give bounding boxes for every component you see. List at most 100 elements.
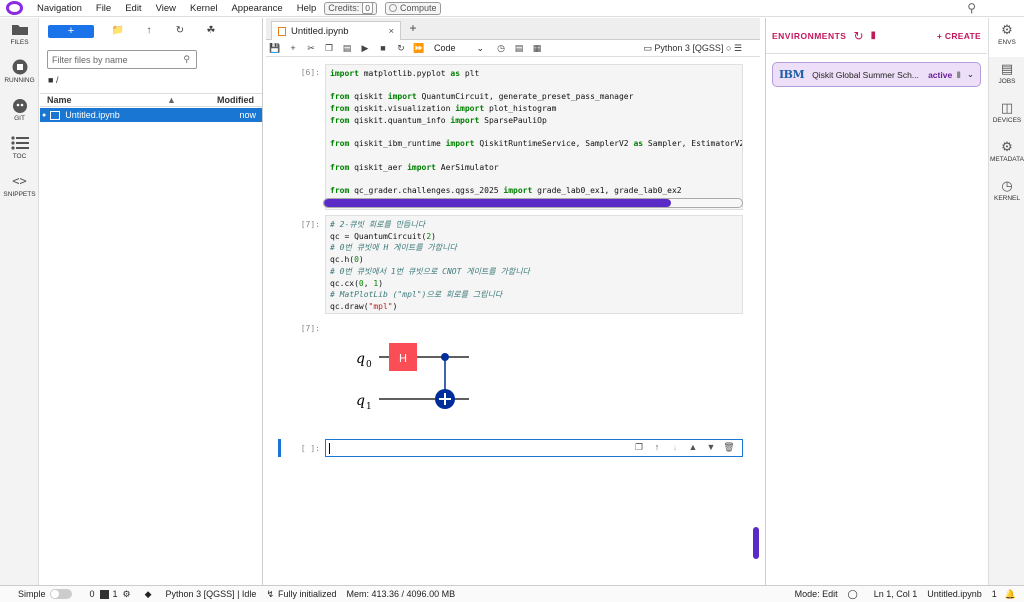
refresh-icon[interactable]: ↻: [853, 29, 863, 43]
new-launcher-button[interactable]: +: [48, 24, 94, 38]
rightbar-devices[interactable]: ◫ DEVICES: [989, 96, 1024, 135]
save-icon[interactable]: 💾: [266, 43, 284, 54]
gear-icon: ⚙: [1001, 22, 1013, 37]
compute-pill[interactable]: Compute: [385, 1, 441, 15]
file-list-header: Name ▲ Modified: [40, 93, 262, 107]
menu-kernel[interactable]: Kernel: [190, 3, 217, 14]
cut-icon[interactable]: ✂: [302, 43, 320, 54]
copy-icon[interactable]: ❐: [320, 43, 338, 54]
insert-above-icon[interactable]: ▲: [684, 442, 702, 453]
file-row[interactable]: ● Untitled.ipynb now: [40, 108, 262, 122]
editor-mode[interactable]: Mode: Edit: [795, 589, 838, 599]
file-name: Untitled.ipynb: [65, 110, 120, 120]
notebook-toolbar: 💾 + ✂ ❐ ▤ ▶ ■ ↻ ⏩ Code ⌄ ◷ ▤ ▦ ▭ Python …: [266, 40, 760, 57]
delete-icon[interactable]: 🗑: [720, 442, 738, 453]
notebook-panel: [6]: import matplotlib.pyplot as plt fro…: [266, 57, 760, 584]
close-icon[interactable]: ×: [388, 26, 394, 37]
kernels-count[interactable]: 1: [113, 589, 118, 599]
new-tab-button[interactable]: +: [406, 22, 420, 36]
file-browser: + 📁 ↑ ↻ ☘ Filter files by name ⚲ ■ / Nam…: [40, 18, 263, 585]
menu-view[interactable]: View: [156, 3, 176, 14]
jobs-icon: ▤: [1000, 61, 1014, 76]
text-cursor: [329, 443, 330, 454]
move-down-icon[interactable]: ↓: [666, 442, 684, 453]
refresh-icon[interactable]: ↻: [173, 24, 187, 38]
credits-pill[interactable]: Credits: 0: [324, 1, 377, 15]
rightbar-kernel[interactable]: ◷ KERNEL: [989, 174, 1024, 213]
paste-icon[interactable]: ▤: [338, 43, 356, 54]
chevron-down-icon: ⌄: [476, 42, 484, 53]
menu-icon[interactable]: ☰: [734, 43, 742, 53]
breadcrumb[interactable]: ■ /: [48, 75, 262, 87]
notifications-count[interactable]: 1: [992, 589, 997, 599]
new-folder-icon[interactable]: 📁: [111, 24, 125, 38]
move-up-icon[interactable]: ↑: [648, 442, 666, 453]
clock-icon[interactable]: ◷: [492, 43, 510, 54]
stop-icon[interactable]: ■: [374, 43, 392, 53]
leftbar-running[interactable]: RUNNING: [0, 56, 39, 94]
environments-title: ENVIRONMENTS: [772, 30, 847, 41]
tab-title: Untitled.ipynb: [291, 25, 349, 37]
upload-icon[interactable]: ↑: [142, 24, 156, 38]
terminal-icon[interactable]: ▮: [871, 30, 877, 41]
rightbar-metadata[interactable]: ⚙ METADATA: [989, 135, 1024, 174]
monitor-icon: ▭: [643, 42, 652, 53]
insert-cell-icon[interactable]: +: [284, 43, 302, 53]
rightbar-envs[interactable]: ⚙ ENVS: [989, 18, 1024, 57]
leftbar-snippets[interactable]: <> SNIPPETS: [0, 170, 39, 208]
document-icon[interactable]: ▤: [510, 43, 528, 54]
kernel-status[interactable]: Python 3 [QGSS] | Idle: [166, 589, 257, 599]
bookmark-icon[interactable]: ▮: [956, 69, 961, 80]
right-activity-bar: ⚙ ENVS ▤ JOBS ◫ DEVICES ⚙ METADATA ◷ KER…: [988, 18, 1024, 585]
chevron-down-icon[interactable]: ⌄: [967, 69, 974, 80]
git-branch-icon[interactable]: ◆: [145, 589, 152, 600]
circuit-diagram: q 0 q 1 H: [356, 343, 469, 412]
menu-navigation[interactable]: Navigation: [37, 3, 82, 14]
cell-toolbar: ❐ ↑ ↓ ▲ ▼ 🗑: [630, 442, 738, 453]
tab-untitled[interactable]: Untitled.ipynb ×: [271, 21, 401, 40]
cell-type-select[interactable]: Code ⌄: [434, 42, 486, 55]
git-diff-icon[interactable]: ▦: [528, 43, 546, 54]
run-icon[interactable]: ▶: [356, 43, 374, 54]
kernel-indicator[interactable]: ▭ Python 3 [QGSS] ○ ☰: [643, 43, 742, 54]
qubit-sub-0: 0: [366, 360, 372, 370]
terminals-count[interactable]: 0: [90, 589, 95, 599]
leftbar-files[interactable]: FILES: [0, 18, 39, 56]
menu-help[interactable]: Help: [297, 3, 317, 14]
simple-mode-label: Simple: [18, 589, 46, 599]
simple-mode-toggle[interactable]: [49, 589, 72, 599]
cursor-position[interactable]: Ln 1, Col 1: [874, 589, 918, 599]
column-name[interactable]: Name: [47, 95, 167, 105]
code-cell-circuit[interactable]: # 2-큐빗 회로를 만듭니다 qc = QuantumCircuit(2) #…: [325, 215, 743, 314]
leftbar-git[interactable]: GIT: [0, 94, 39, 132]
filter-files-input[interactable]: Filter files by name ⚲: [47, 50, 197, 69]
rightbar-envs-label: ENVS: [998, 39, 1016, 46]
scrollbar-thumb[interactable]: [753, 527, 759, 559]
environment-name: Qiskit Global Summer Sch...: [812, 69, 919, 80]
fast-forward-icon[interactable]: ⏩: [410, 43, 428, 54]
search-icon[interactable]: ⚲: [967, 1, 976, 15]
leftbar-toc[interactable]: TOC: [0, 132, 39, 170]
menu-appearance[interactable]: Appearance: [231, 3, 282, 14]
compute-status-icon: [389, 4, 397, 12]
create-environment-button[interactable]: + CREATE: [937, 31, 981, 41]
rightbar-jobs[interactable]: ▤ JOBS: [989, 57, 1024, 96]
duplicate-icon[interactable]: ❐: [630, 442, 648, 453]
code-cell-imports[interactable]: import matplotlib.pyplot as plt from qis…: [325, 64, 743, 210]
git-clone-icon[interactable]: ☘: [204, 24, 218, 38]
environment-card[interactable]: IBM Qiskit Global Summer Sch... active ▮…: [772, 62, 981, 87]
rightbar-jobs-label: JOBS: [998, 78, 1016, 85]
memory-usage: Mem: 413.36 / 4096.00 MB: [346, 589, 456, 599]
bell-icon[interactable]: 🔔: [1005, 589, 1016, 600]
menu-edit[interactable]: Edit: [125, 3, 141, 14]
tab-bar: Untitled.ipynb × +: [266, 18, 760, 40]
leftbar-running-label: RUNNING: [4, 77, 35, 84]
insert-below-icon[interactable]: ▼: [702, 442, 720, 453]
menu-file[interactable]: File: [96, 3, 111, 14]
column-modified[interactable]: Modified: [217, 95, 254, 105]
restart-icon[interactable]: ↻: [392, 43, 410, 54]
shield-icon[interactable]: ◯: [848, 589, 858, 600]
folder-icon: [11, 22, 29, 36]
compute-label: Compute: [400, 3, 437, 13]
active-code-cell[interactable]: ❐ ↑ ↓ ▲ ▼ 🗑: [325, 439, 743, 457]
